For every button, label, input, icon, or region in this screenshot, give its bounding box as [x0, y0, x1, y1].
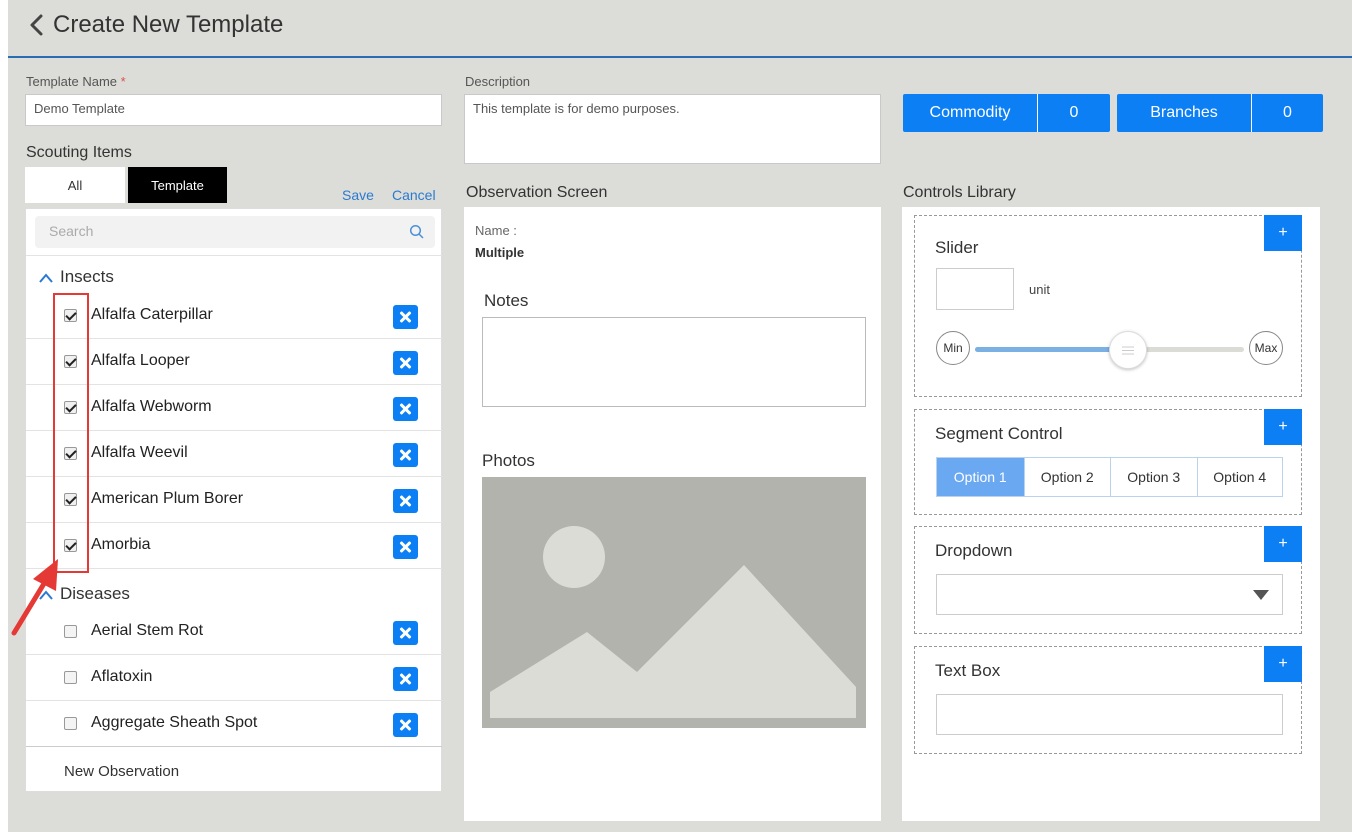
remove-x-icon[interactable] — [393, 351, 418, 375]
controls-library-title: Controls Library — [903, 184, 1016, 201]
tab-all[interactable]: All — [25, 167, 125, 203]
slider-value-input[interactable] — [936, 268, 1014, 310]
observation-panel: Name : Multiple Notes Photos — [464, 207, 881, 821]
search-icon — [409, 224, 424, 239]
dropdown-control-card[interactable]: + Dropdown — [914, 526, 1302, 634]
dropdown-select[interactable] — [936, 574, 1283, 615]
remove-x-icon[interactable] — [393, 489, 418, 513]
annotation-arrow-icon — [11, 559, 58, 636]
group-name-insects: Insects — [60, 267, 114, 286]
dropdown-arrow-icon — [1253, 590, 1269, 600]
slider-title: Slider — [935, 238, 979, 257]
template-name-label: Template Name * — [26, 74, 126, 89]
commodity-label: Commodity — [903, 94, 1038, 132]
group-header-insects[interactable]: Insects — [38, 267, 114, 287]
remove-x-icon[interactable] — [393, 667, 418, 691]
checkbox-unchecked[interactable] — [64, 671, 77, 684]
textbox-title: Text Box — [935, 661, 1001, 680]
new-observation-link[interactable]: New Observation — [64, 763, 179, 780]
slider-max-label: Max — [1249, 331, 1283, 365]
header-bar: Create New Template — [8, 0, 1352, 58]
remove-x-icon[interactable] — [393, 305, 418, 329]
slider-min-label: Min — [936, 331, 970, 365]
segment-option-4[interactable]: Option 4 — [1196, 458, 1283, 496]
tab-template[interactable]: Template — [128, 167, 227, 203]
segment-option-3[interactable]: Option 3 — [1110, 458, 1197, 496]
slider-track[interactable] — [975, 331, 1244, 369]
photo-placeholder-icon[interactable] — [482, 477, 866, 728]
commodity-button[interactable]: Commodity 0 — [903, 94, 1110, 132]
add-plus-icon[interactable]: + — [1264, 646, 1302, 682]
list-item-label: Alfalfa Webworm — [91, 398, 212, 415]
list-item-label: Alfalfa Caterpillar — [91, 306, 213, 323]
add-plus-icon[interactable]: + — [1264, 409, 1302, 445]
list-item[interactable]: Aerial Stem Rot — [26, 609, 442, 655]
search-input[interactable]: Search — [35, 216, 435, 248]
required-mark: * — [120, 74, 126, 89]
list-item-label: Amorbia — [91, 536, 151, 553]
segment-option-2[interactable]: Option 2 — [1023, 458, 1111, 496]
save-link[interactable]: Save — [342, 187, 374, 203]
slider-fill — [975, 347, 1129, 352]
textbox-control-card[interactable]: + Text Box — [914, 646, 1302, 754]
back-chevron-icon[interactable] — [26, 12, 48, 38]
segment-control-title: Segment Control — [935, 424, 1063, 443]
dropdown-title: Dropdown — [935, 541, 1013, 560]
textbox-input[interactable] — [936, 694, 1283, 735]
name-label: Name : — [475, 223, 517, 238]
list-item-label: Aerial Stem Rot — [91, 622, 204, 639]
remove-x-icon[interactable] — [393, 621, 418, 645]
description-label: Description — [465, 74, 531, 89]
notes-label: Notes — [484, 291, 529, 310]
add-plus-icon[interactable]: + — [1264, 215, 1302, 251]
cancel-link[interactable]: Cancel — [392, 187, 436, 203]
slider-unit-label: unit — [1029, 282, 1050, 297]
list-item-label: Aflatoxin — [91, 668, 153, 685]
segment-control-card[interactable]: + Segment Control Option 1 Option 2 Opti… — [914, 409, 1302, 515]
remove-x-icon[interactable] — [393, 397, 418, 421]
highlight-box — [53, 293, 89, 573]
segment-option-1[interactable]: Option 1 — [937, 458, 1024, 496]
observation-screen-title: Observation Screen — [466, 184, 608, 201]
add-plus-icon[interactable]: + — [1264, 526, 1302, 562]
list-item-label: Aggregate Sheath Spot — [91, 714, 258, 731]
list-item[interactable]: Aflatoxin — [26, 655, 442, 701]
slider-control-card[interactable]: + Slider unit Min Max — [914, 215, 1302, 397]
photos-label: Photos — [482, 451, 535, 470]
branches-count: 0 — [1283, 104, 1292, 121]
list-item-label: American Plum Borer — [91, 490, 244, 507]
controls-library-panel: + Slider unit Min Max + Segment Control … — [902, 207, 1320, 821]
template-name-label-text: Template Name — [26, 74, 118, 89]
name-value: Multiple — [475, 245, 525, 260]
notes-textarea[interactable] — [482, 317, 866, 407]
remove-x-icon[interactable] — [393, 713, 418, 737]
search-placeholder: Search — [49, 223, 94, 239]
commodity-count: 0 — [1069, 104, 1079, 121]
template-name-field[interactable]: Demo Template — [25, 94, 442, 126]
divider — [26, 255, 442, 256]
checkbox-unchecked[interactable] — [64, 717, 77, 730]
remove-x-icon[interactable] — [393, 443, 418, 467]
scouting-items-title: Scouting Items — [26, 144, 132, 161]
list-item[interactable]: Aggregate Sheath Spot — [26, 701, 442, 747]
branches-button[interactable]: Branches 0 — [1117, 94, 1323, 132]
list-item-label: Alfalfa Looper — [91, 352, 190, 369]
remove-x-icon[interactable] — [393, 535, 418, 559]
chevron-up-icon — [39, 272, 53, 283]
app-window: Create New Template Template Name * Demo… — [8, 0, 1352, 832]
branches-label: Branches — [1117, 94, 1252, 132]
page-title: Create New Template — [53, 11, 284, 38]
segment-control: Option 1 Option 2 Option 3 Option 4 — [936, 457, 1283, 497]
description-field[interactable]: This template is for demo purposes. — [464, 94, 881, 164]
list-item-label: Alfalfa Weevil — [91, 444, 188, 461]
slider-thumb-grip-icon[interactable] — [1109, 331, 1148, 369]
